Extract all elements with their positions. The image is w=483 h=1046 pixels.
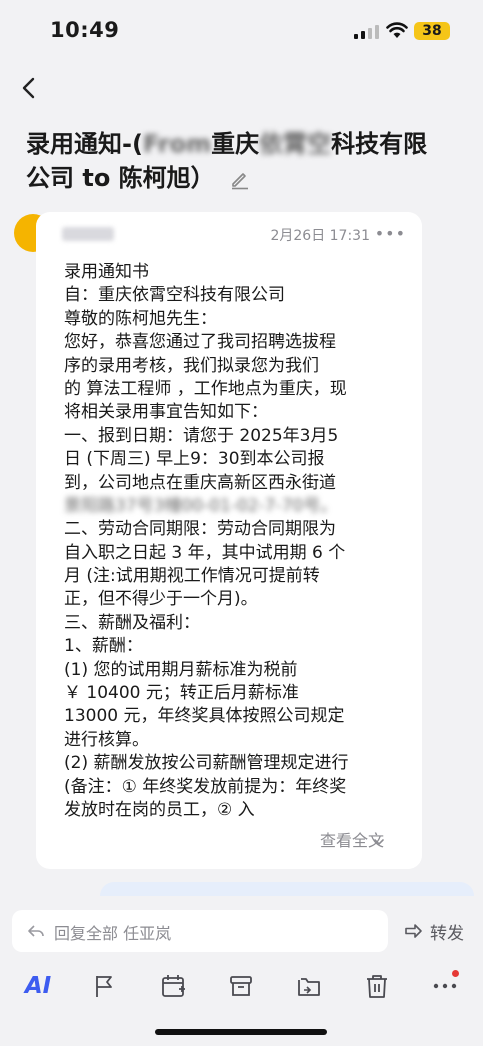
add-calendar-button[interactable] xyxy=(153,966,193,1006)
body-line: 正，但不得少于一个月)。 xyxy=(64,589,258,610)
body-line: 发放时在岗的员工，② 入 xyxy=(64,799,255,820)
status-time: 10:49 xyxy=(50,18,120,42)
body-line: 将相关录用事宜告知如下： xyxy=(64,402,268,423)
body-line: 月 (注:试用期视工作情况可提前转 xyxy=(64,566,320,587)
calendar-add-icon xyxy=(162,975,185,997)
bottom-toolbar: AI xyxy=(0,966,483,1012)
body-line: 尊敬的陈柯旭先生： xyxy=(64,308,217,329)
move-button[interactable] xyxy=(289,966,329,1006)
body-line: 二、劳动合同期限：劳动合同期限为 xyxy=(64,519,336,540)
archive-button[interactable] xyxy=(221,966,261,1006)
back-button[interactable] xyxy=(16,74,44,102)
reply-all-input[interactable]: 回复全部 任亚岚 xyxy=(12,910,388,952)
delete-button[interactable] xyxy=(357,966,397,1006)
body-line: 录用通知书 xyxy=(64,262,149,282)
reply-all-icon xyxy=(28,925,44,937)
chevron-down-icon xyxy=(374,839,384,846)
body-line: 13000 元，年终奖具体按照公司规定 xyxy=(64,706,345,727)
email-subject: 录用通知-(From重庆依霄空科技有限 公司 to 陈柯旭） xyxy=(26,127,466,195)
body-line: 日 (下周三) 早上9：30到本公司报 xyxy=(64,449,325,470)
trash-icon xyxy=(367,975,387,998)
body-line: (2) 薪酬发放按公司薪酬管理规定进行 xyxy=(64,753,349,774)
status-bar: 10:49 38 xyxy=(0,0,483,60)
body-line: 自：重庆依霄空科技有限公司 xyxy=(64,285,285,306)
flag-icon xyxy=(96,976,112,997)
email-body: 录用通知书 自：重庆依霄空科技有限公司 尊敬的陈柯旭先生： 您好，恭喜您通过了我… xyxy=(64,261,420,822)
body-line: 进行核算。 xyxy=(64,729,149,750)
flag-button[interactable] xyxy=(85,966,125,1006)
edit-icon[interactable] xyxy=(229,168,251,190)
more-icon xyxy=(433,983,457,989)
body-line-redacted: 景阳路37号3幢00-01-02-7-70号。 xyxy=(64,495,338,516)
email-card[interactable]: 2月26日 17:31 ••• 录用通知书 自：重庆依霄空科技有限公司 尊敬的陈… xyxy=(36,212,422,869)
body-line: 三、薪酬及福利： xyxy=(64,612,200,633)
body-line: (1) 您的试用期月薪标准为税前 xyxy=(64,659,298,680)
body-line: ￥ 10400 元；转正后月薪标准 xyxy=(64,683,299,704)
notification-dot xyxy=(452,970,459,977)
body-line: 的 算法工程师 ，工作地点为重庆，现 xyxy=(64,378,347,399)
forward-icon xyxy=(405,924,422,938)
reply-all-label: 回复全部 任亚岚 xyxy=(54,924,172,943)
subject-redacted-1: From xyxy=(142,130,212,158)
body-line: 序的录用考核，我们拟录您为我们 xyxy=(64,355,319,376)
subject-redacted-2: 依霄空 xyxy=(259,130,332,158)
ai-label: AI xyxy=(24,973,52,999)
subject-suffix: 科技有限 xyxy=(331,130,428,158)
ai-button[interactable]: AI xyxy=(18,966,58,1006)
signal-icon xyxy=(354,25,379,39)
battery-indicator: 38 xyxy=(414,22,450,40)
body-line: 您好，恭喜您通过了我司招聘选拔程 xyxy=(64,332,336,353)
email-date: 2月26日 17:31 xyxy=(270,228,370,244)
home-indicator xyxy=(155,1029,327,1035)
more-options-icon[interactable]: ••• xyxy=(375,224,406,243)
forward-label: 转发 xyxy=(430,924,464,944)
subject-prefix: 录用通知-( xyxy=(26,130,143,158)
subject-line-2: 公司 to 陈柯旭） xyxy=(26,164,215,192)
subject-mid: 重庆 xyxy=(211,130,260,158)
wifi-icon xyxy=(386,22,408,38)
archive-icon xyxy=(230,976,252,996)
body-line: 一、报到日期：请您于 2025年3月5 xyxy=(64,425,339,446)
forward-button[interactable]: 转发 xyxy=(402,918,474,944)
body-line: 1、薪酬： xyxy=(64,636,143,657)
more-button[interactable] xyxy=(425,966,465,1006)
body-line: 到，公司地点在重庆高新区西永街道 xyxy=(64,472,336,493)
body-line: 自入职之日起 3 年，其中试用期 6 个 xyxy=(64,542,346,563)
body-line: (备注：① 年终奖发放前提为：年终奖 xyxy=(64,776,347,797)
sender-name-redacted xyxy=(62,227,114,241)
move-to-folder-icon xyxy=(298,978,320,996)
